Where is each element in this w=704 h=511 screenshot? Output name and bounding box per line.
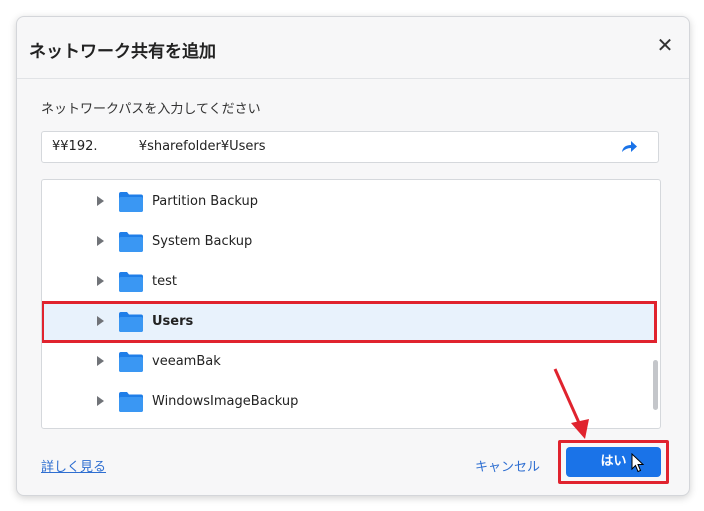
add-network-share-dialog: ネットワーク共有を追加 ✕ ネットワークパスを入力してください ¥¥192. ¥… [16, 16, 690, 496]
learn-more-link[interactable]: 詳しく見る [41, 456, 106, 475]
expand-arrow-icon[interactable] [97, 236, 104, 246]
tree-row[interactable]: Partition Backup [42, 182, 642, 222]
tree-row-label: test [152, 274, 177, 289]
path-prompt-label: ネットワークパスを入力してください [41, 102, 261, 117]
expand-arrow-icon[interactable] [97, 396, 104, 406]
redo-arrow-icon[interactable] [620, 139, 638, 155]
expand-arrow-icon[interactable] [97, 356, 104, 366]
folder-icon [119, 272, 143, 292]
ok-button-highlight: はい [558, 440, 669, 484]
tree-row-label: WindowsImageBackup [152, 394, 299, 409]
cancel-button[interactable]: キャンセル [475, 456, 540, 475]
tree-row-selected[interactable]: Users [42, 301, 657, 343]
close-icon[interactable]: ✕ [655, 35, 675, 55]
folder-icon [119, 352, 143, 372]
folder-icon [119, 312, 143, 332]
expand-arrow-icon[interactable] [97, 316, 104, 326]
folder-icon [119, 392, 143, 412]
tree-row-label: Users [152, 314, 194, 329]
tree-scrollbar[interactable] [653, 360, 658, 410]
tree-row[interactable]: System Backup [42, 222, 642, 262]
tree-row-label: System Backup [152, 234, 253, 249]
dialog-header: ネットワーク共有を追加 ✕ [17, 17, 689, 79]
ok-button-label: はい [600, 454, 627, 469]
tree-row-label: Partition Backup [152, 194, 258, 209]
tree-row[interactable]: test [42, 262, 642, 302]
expand-arrow-icon[interactable] [97, 196, 104, 206]
folder-icon [119, 192, 143, 212]
expand-arrow-icon[interactable] [97, 276, 104, 286]
ok-button[interactable]: はい [566, 447, 661, 477]
network-path-value: ¥¥192. ¥sharefolder¥Users [52, 139, 266, 154]
folder-icon [119, 232, 143, 252]
annotation-arrow-icon [553, 368, 589, 439]
network-path-input[interactable]: ¥¥192. ¥sharefolder¥Users [41, 131, 659, 163]
dialog-title: ネットワーク共有を追加 [29, 42, 216, 62]
mouse-cursor-icon [631, 453, 645, 473]
tree-row-label: veeamBak [152, 354, 221, 369]
